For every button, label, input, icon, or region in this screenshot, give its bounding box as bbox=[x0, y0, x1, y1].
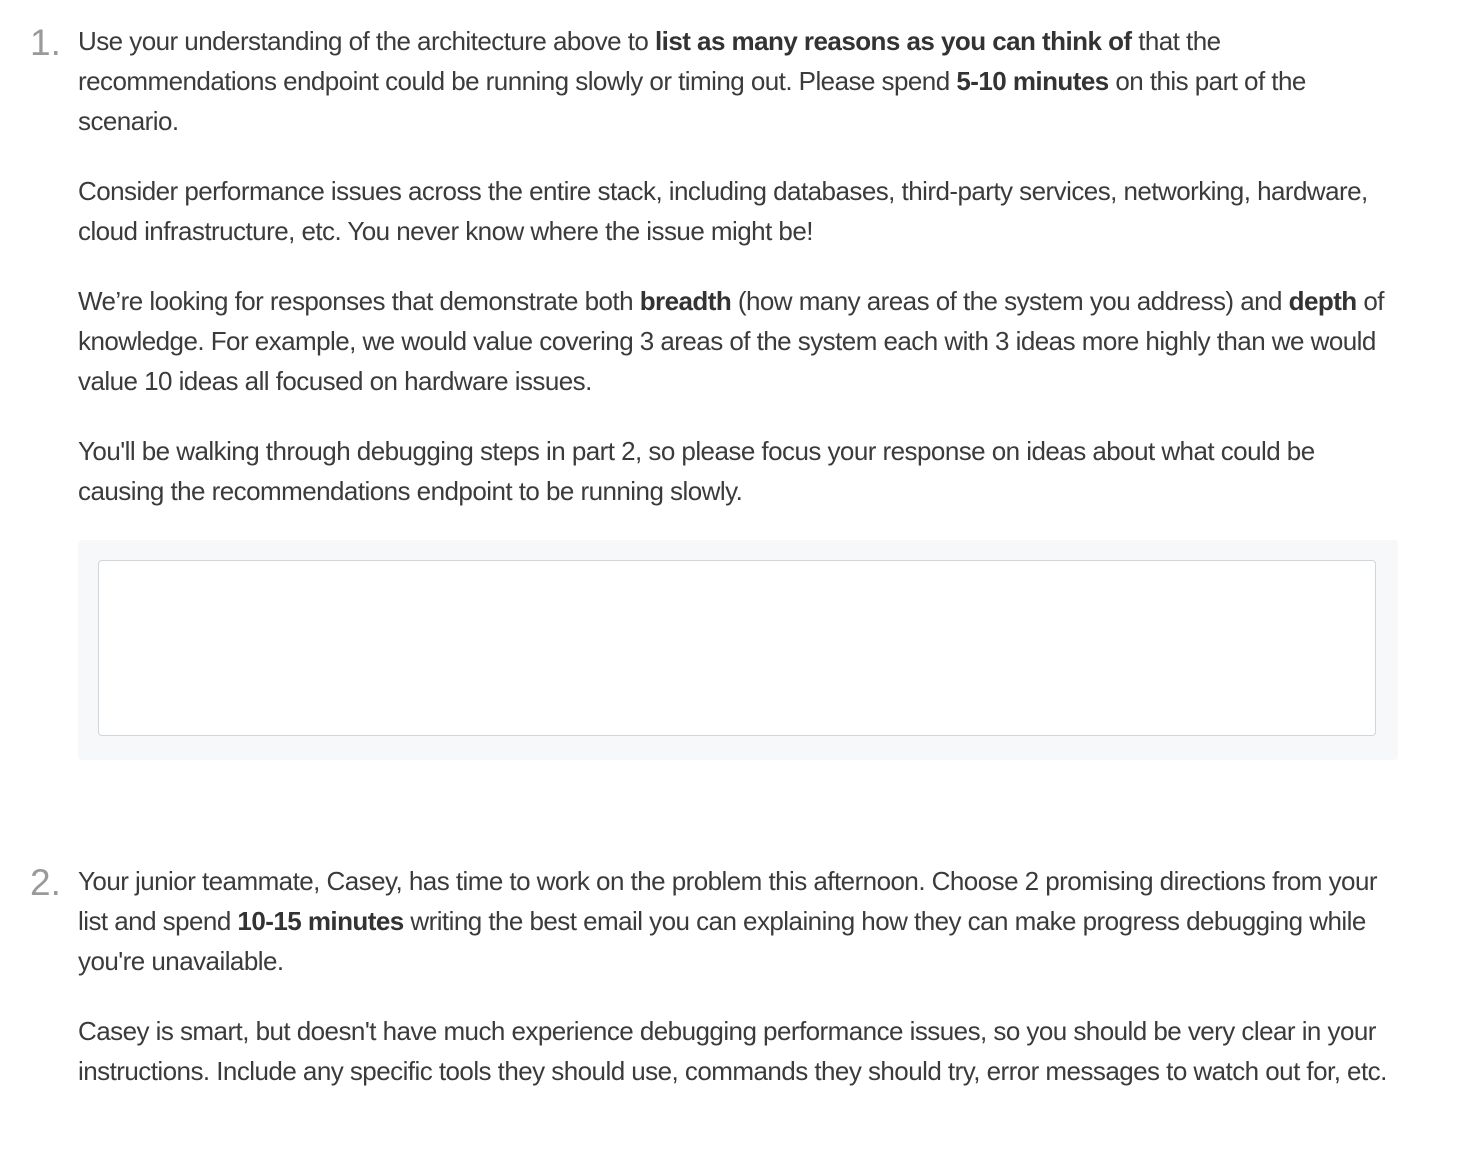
prompt-paragraph: Consider performance issues across the e… bbox=[78, 171, 1398, 251]
prompt-text: Use your understanding of the architectu… bbox=[78, 26, 655, 56]
question-body: Use your understanding of the architectu… bbox=[78, 21, 1398, 541]
answer-container bbox=[78, 540, 1398, 760]
prompt-text: We’re looking for responses that demonst… bbox=[78, 286, 640, 316]
prompt-text: Casey is smart, but doesn't have much ex… bbox=[78, 1016, 1387, 1086]
prompt-emphasis: breadth bbox=[639, 286, 732, 316]
question-number: 2. bbox=[30, 862, 61, 903]
question-body: Your junior teammate, Casey, has time to… bbox=[78, 861, 1398, 1121]
prompt-emphasis: 10-15 minutes bbox=[237, 906, 404, 936]
prompt-emphasis: depth bbox=[1288, 286, 1358, 316]
prompt-paragraph: Casey is smart, but doesn't have much ex… bbox=[78, 1011, 1398, 1091]
prompt-paragraph: You'll be walking through debugging step… bbox=[78, 431, 1398, 511]
prompt-emphasis: list as many reasons as you can think of bbox=[655, 26, 1132, 56]
prompt-emphasis: 5-10 minutes bbox=[956, 66, 1109, 96]
answer-textarea[interactable] bbox=[98, 560, 1376, 736]
prompt-text: (how many areas of the system you addres… bbox=[731, 286, 1289, 316]
prompt-text: You'll be walking through debugging step… bbox=[78, 436, 1315, 506]
prompt-paragraph: Use your understanding of the architectu… bbox=[78, 21, 1398, 141]
prompt-text: Consider performance issues across the e… bbox=[78, 176, 1368, 246]
question-number: 1. bbox=[30, 22, 61, 63]
prompt-paragraph: Your junior teammate, Casey, has time to… bbox=[78, 861, 1398, 981]
prompt-paragraph: We’re looking for responses that demonst… bbox=[78, 281, 1398, 401]
